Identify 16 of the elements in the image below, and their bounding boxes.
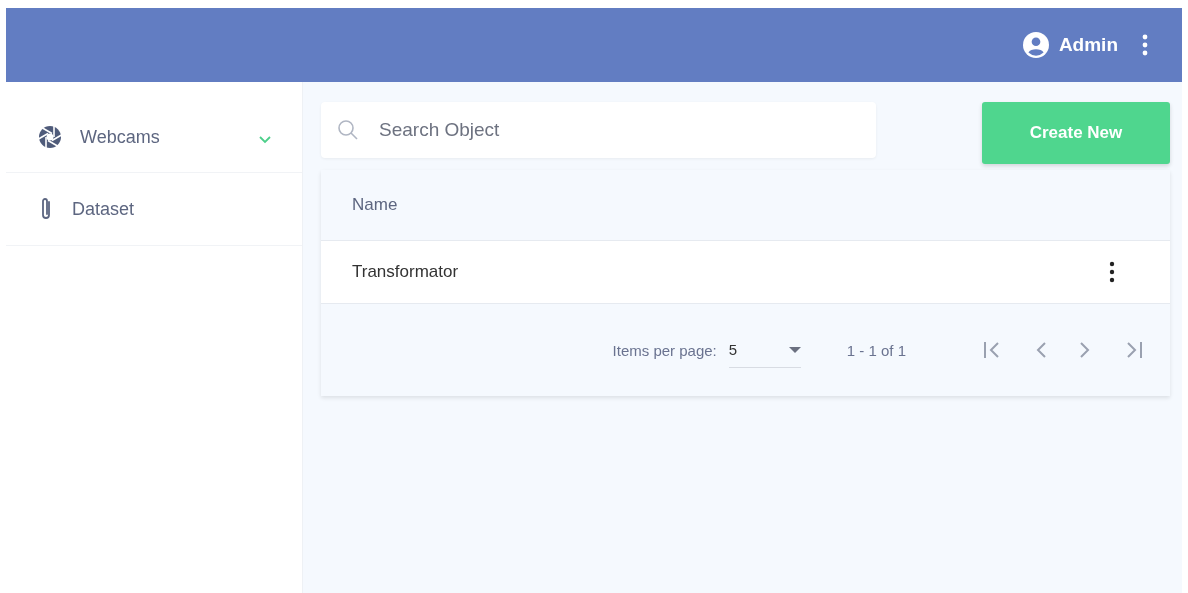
- next-page-icon[interactable]: [1078, 340, 1092, 360]
- dropdown-caret-icon: [788, 346, 801, 353]
- sidebar-item[interactable]: Dataset: [6, 173, 302, 246]
- items-per-page-label: Items per page:: [612, 341, 717, 359]
- search-icon: [337, 119, 359, 141]
- sidebar-item[interactable]: Webcams: [6, 102, 302, 173]
- table-cell: Transformator: [352, 262, 459, 282]
- column-header[interactable]: Name: [352, 195, 398, 215]
- page-range: 1 - 1 of 1: [846, 341, 906, 359]
- user-avatar-icon[interactable]: [1022, 32, 1049, 58]
- aperture-icon: [38, 125, 62, 149]
- user-name[interactable]: Admin: [1058, 34, 1118, 56]
- page-size-select[interactable]: 5: [728, 332, 801, 368]
- more-icon[interactable]: [1109, 261, 1115, 283]
- search-field[interactable]: Search Object: [321, 102, 876, 158]
- previous-page-icon[interactable]: [1034, 340, 1048, 360]
